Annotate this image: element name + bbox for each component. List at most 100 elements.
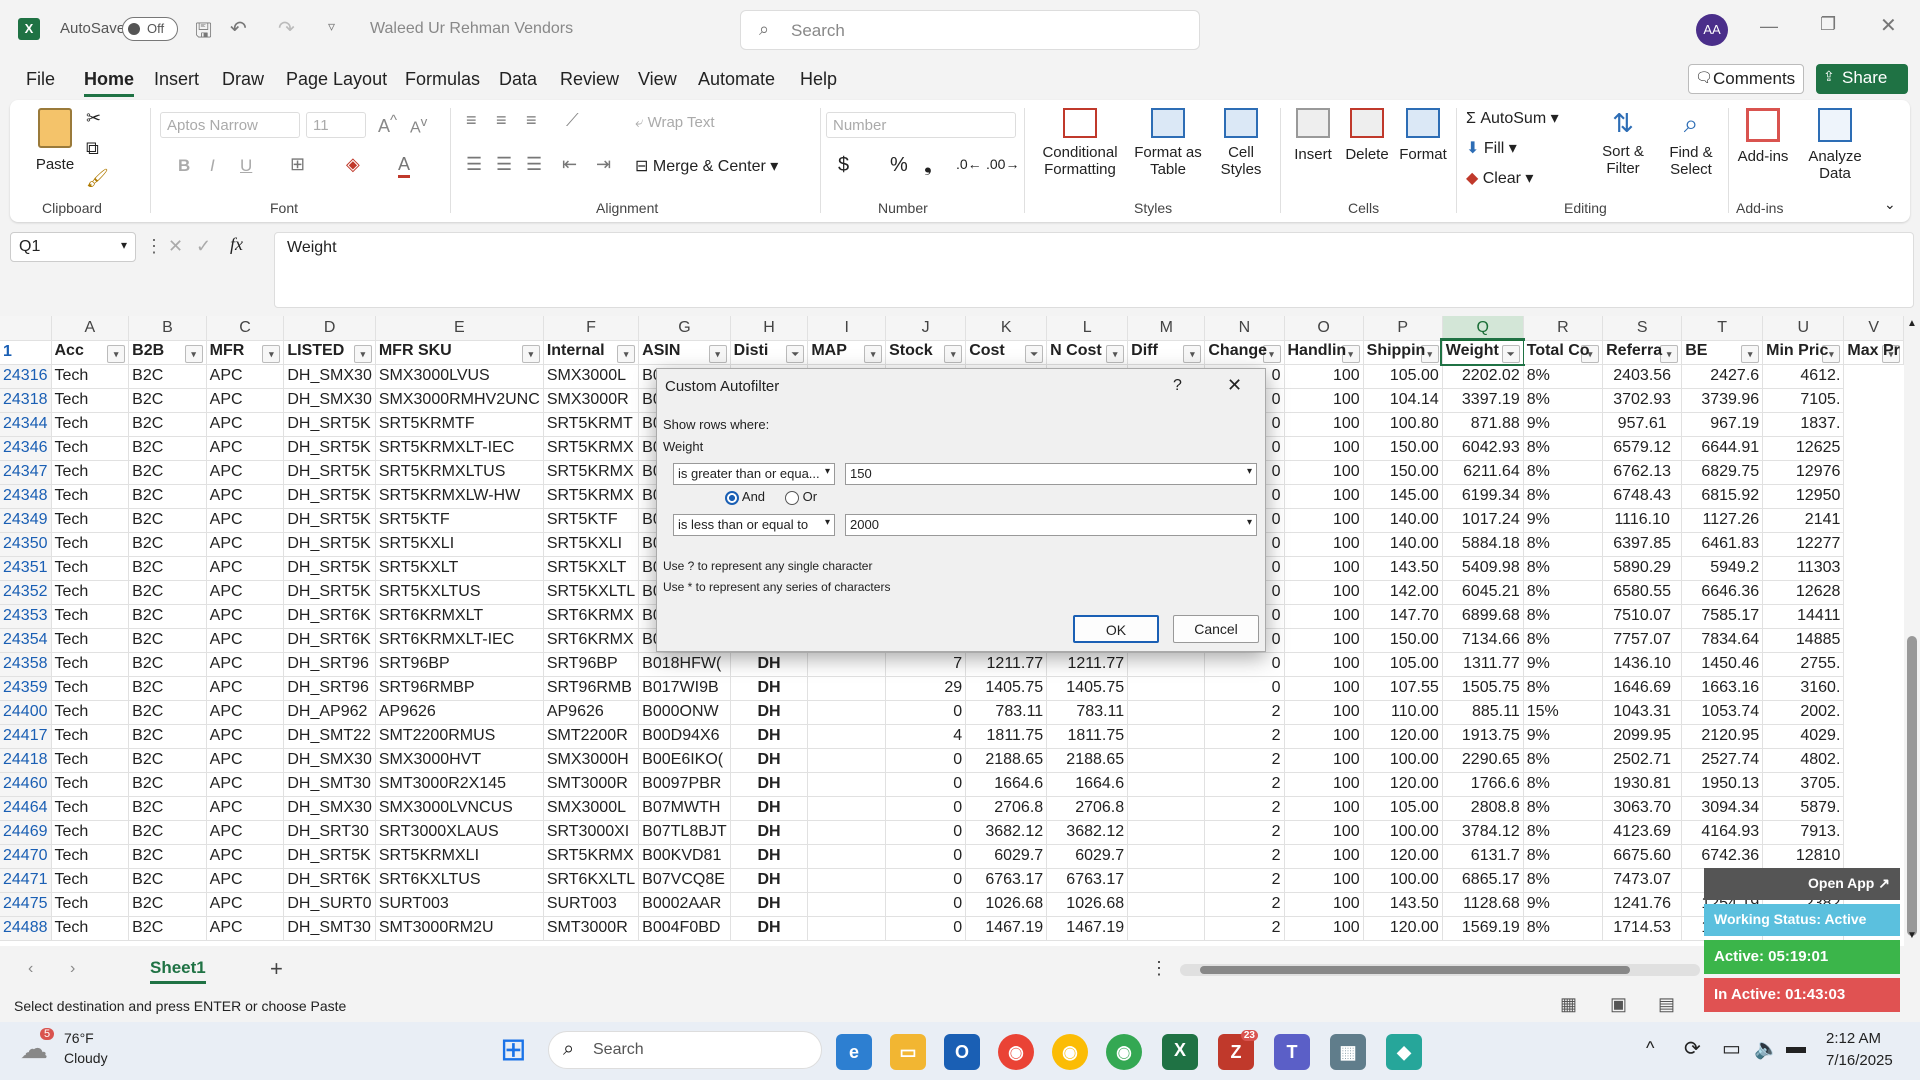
- redo-icon[interactable]: ↷: [278, 16, 295, 41]
- cell[interactable]: APC: [206, 580, 285, 605]
- row-number[interactable]: 24464: [0, 796, 52, 821]
- cell[interactable]: 12628: [1762, 580, 1845, 605]
- cell[interactable]: 4123.69: [1602, 820, 1683, 845]
- cell[interactable]: 1026.68: [1046, 892, 1129, 917]
- cell[interactable]: 120.00: [1363, 724, 1443, 749]
- column-header[interactable]: T: [1681, 316, 1764, 341]
- row-number[interactable]: 24318: [0, 388, 52, 413]
- table-header-cell[interactable]: ⏷ Cost: [965, 340, 1048, 365]
- cell[interactable]: DH_SRT5K: [283, 556, 376, 581]
- cell[interactable]: APC: [206, 508, 285, 533]
- cell[interactable]: SRT6KXLTUS: [375, 868, 544, 893]
- and-radio[interactable]: And: [725, 489, 765, 505]
- clock-time[interactable]: 2:12 AM: [1826, 1030, 1881, 1047]
- cell[interactable]: [807, 772, 887, 797]
- cell[interactable]: DH_SRT6K: [283, 604, 376, 629]
- cell[interactable]: Tech: [51, 748, 130, 773]
- cell[interactable]: 11303: [1762, 556, 1845, 581]
- column-header[interactable]: S: [1602, 316, 1683, 341]
- cell[interactable]: APC: [206, 676, 285, 701]
- cell[interactable]: B000ONW: [638, 700, 731, 725]
- column-header[interactable]: G: [638, 316, 731, 341]
- cell[interactable]: B2C: [128, 484, 207, 509]
- cell[interactable]: 2808.8: [1442, 796, 1524, 821]
- cell[interactable]: Tech: [51, 508, 130, 533]
- cell[interactable]: 3397.19: [1442, 388, 1524, 413]
- cell[interactable]: AP9626: [543, 700, 640, 725]
- column-header[interactable]: L: [1046, 316, 1129, 341]
- file-explorer-icon[interactable]: ▭: [890, 1034, 926, 1070]
- cell[interactable]: Tech: [51, 892, 130, 917]
- cell[interactable]: 110.00: [1363, 700, 1443, 725]
- cell[interactable]: 6131.7: [1442, 844, 1524, 869]
- tab-formulas[interactable]: Formulas: [405, 69, 480, 90]
- borders-icon[interactable]: ⊞: [290, 154, 305, 175]
- table-header-cell[interactable]: ▾ Max Pr: [1843, 340, 1904, 365]
- cell[interactable]: Tech: [51, 484, 130, 509]
- column-header[interactable]: J: [885, 316, 967, 341]
- excel-taskbar-icon[interactable]: X: [1162, 1034, 1198, 1070]
- confirm-entry-icon[interactable]: ✓: [196, 236, 211, 257]
- next-sheet-icon[interactable]: ›: [70, 960, 75, 978]
- cell[interactable]: 783.11: [965, 700, 1048, 725]
- cell[interactable]: APC: [206, 364, 285, 389]
- cell[interactable]: 5409.98: [1442, 556, 1524, 581]
- cell[interactable]: 2755.: [1762, 652, 1845, 677]
- cell[interactable]: [1127, 844, 1206, 869]
- cell[interactable]: 7510.07: [1602, 604, 1683, 629]
- cell[interactable]: DH_SRT5K: [283, 484, 376, 509]
- cell[interactable]: APC: [206, 484, 285, 509]
- cell[interactable]: [1127, 796, 1206, 821]
- cell[interactable]: B2C: [128, 412, 207, 437]
- cell[interactable]: SMX3000RMHV2UNC: [375, 388, 544, 413]
- format-cells-button[interactable]: Format: [1394, 108, 1452, 163]
- cell[interactable]: 1950.13: [1681, 772, 1764, 797]
- cell[interactable]: APC: [206, 916, 285, 941]
- table-header-cell[interactable]: ▾ Handlin: [1284, 340, 1364, 365]
- cell[interactable]: 6580.55: [1602, 580, 1683, 605]
- cell[interactable]: 6815.92: [1681, 484, 1764, 509]
- horizontal-scrollbar[interactable]: [1180, 964, 1700, 976]
- cell[interactable]: 9%: [1523, 724, 1604, 749]
- cell[interactable]: APC: [206, 652, 285, 677]
- row-number[interactable]: 24460: [0, 772, 52, 797]
- row-number[interactable]: 24353: [0, 604, 52, 629]
- cell[interactable]: SURT003: [375, 892, 544, 917]
- cell[interactable]: APC: [206, 796, 285, 821]
- cell[interactable]: 12810: [1762, 844, 1845, 869]
- cell[interactable]: [807, 820, 887, 845]
- fill-color-icon[interactable]: ◈: [346, 154, 360, 175]
- cell[interactable]: SRT5KXLT: [375, 556, 544, 581]
- cell[interactable]: 100.80: [1363, 412, 1443, 437]
- cell[interactable]: B2C: [128, 748, 207, 773]
- cell[interactable]: 100: [1284, 460, 1364, 485]
- cell[interactable]: SRT5KRMTF: [375, 412, 544, 437]
- cell[interactable]: SMT3000R2X145: [375, 772, 544, 797]
- cancel-entry-icon[interactable]: ✕: [168, 236, 183, 257]
- cell[interactable]: Tech: [51, 436, 130, 461]
- table-header-cell[interactable]: ▾ N Cost: [1046, 340, 1129, 365]
- cell[interactable]: Tech: [51, 772, 130, 797]
- cell[interactable]: DH_SRT30: [283, 820, 376, 845]
- cell[interactable]: B2C: [128, 724, 207, 749]
- cell[interactable]: 12625: [1762, 436, 1845, 461]
- function-icon[interactable]: fx: [230, 234, 243, 255]
- filter-dropdown-icon[interactable]: ▾: [521, 344, 540, 363]
- cell[interactable]: 100: [1284, 844, 1364, 869]
- column-header[interactable]: I: [807, 316, 887, 341]
- column-header[interactable]: H: [730, 316, 809, 341]
- cell[interactable]: 3705.: [1762, 772, 1845, 797]
- underline-icon[interactable]: U: [240, 156, 252, 176]
- cell[interactable]: B018HFW(: [638, 652, 731, 677]
- cell[interactable]: SMX3000R: [543, 388, 640, 413]
- row-number[interactable]: 24475: [0, 892, 52, 917]
- cell[interactable]: 8%: [1523, 868, 1604, 893]
- sheet-options-icon[interactable]: ⋮: [1150, 958, 1168, 979]
- cell[interactable]: 1436.10: [1602, 652, 1683, 677]
- cell[interactable]: 9%: [1523, 892, 1604, 917]
- cell[interactable]: 6042.93: [1442, 436, 1524, 461]
- cell[interactable]: 100: [1284, 916, 1364, 941]
- row-number[interactable]: 24349: [0, 508, 52, 533]
- cell[interactable]: B2C: [128, 460, 207, 485]
- tray-chevron-icon[interactable]: ^: [1646, 1038, 1654, 1059]
